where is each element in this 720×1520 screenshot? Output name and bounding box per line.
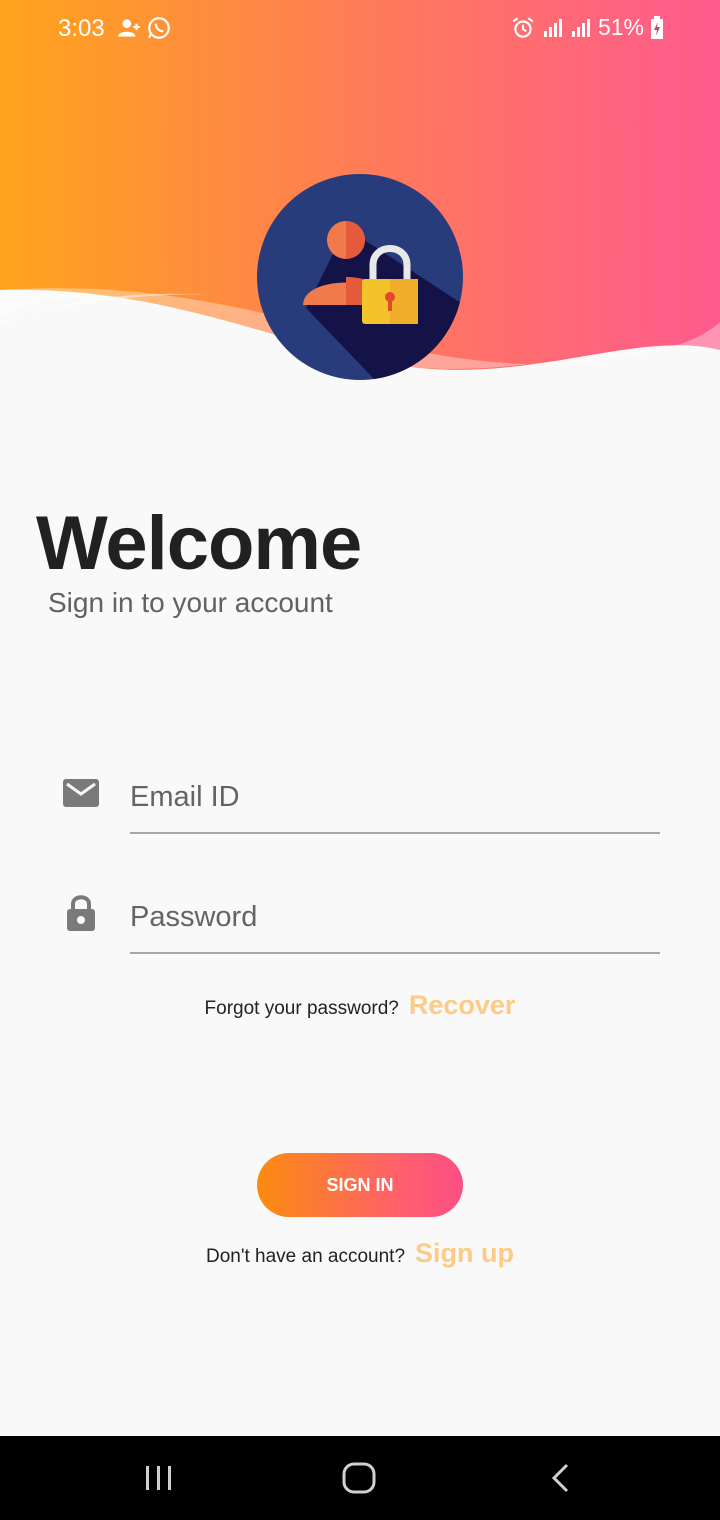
sign-in-button[interactable]: SIGN IN: [257, 1153, 463, 1217]
recover-link[interactable]: Recover: [409, 990, 516, 1021]
sign-up-row: Don't have an account? Sign up: [0, 1238, 720, 1269]
battery-percent: 51%: [597, 14, 644, 40]
alarm-icon: [512, 16, 534, 38]
status-time: 3:03: [58, 15, 105, 42]
user-lock-icon: [257, 174, 463, 380]
password-field-container: [130, 882, 660, 954]
home-icon[interactable]: [340, 1456, 380, 1500]
lock-icon: [67, 895, 95, 931]
status-bar: 3:03 51%: [0, 0, 720, 57]
user-lock-logo: [256, 173, 464, 381]
page-title: Welcome: [36, 501, 362, 586]
no-account-text: Don't have an account?: [205, 1246, 406, 1267]
email-field-container: [130, 762, 660, 834]
navigation-bar: [0, 1436, 720, 1520]
forgot-password-row: Forgot your password? Recover: [0, 990, 720, 1021]
email-field[interactable]: [130, 762, 660, 832]
recent-apps-icon[interactable]: [140, 1456, 178, 1500]
person-add-icon: [118, 19, 140, 37]
whatsapp-icon: [148, 17, 170, 39]
password-field[interactable]: [130, 882, 660, 952]
signal-icon: [543, 18, 562, 37]
page-subtitle: Sign in to your account: [48, 587, 333, 618]
mail-icon: [63, 779, 99, 807]
signal-icon: [571, 18, 590, 37]
forgot-password-text: Forgot your password?: [204, 998, 399, 1019]
battery-charging-icon: [651, 15, 663, 39]
sign-up-link[interactable]: Sign up: [415, 1238, 514, 1269]
back-icon[interactable]: [545, 1456, 577, 1500]
